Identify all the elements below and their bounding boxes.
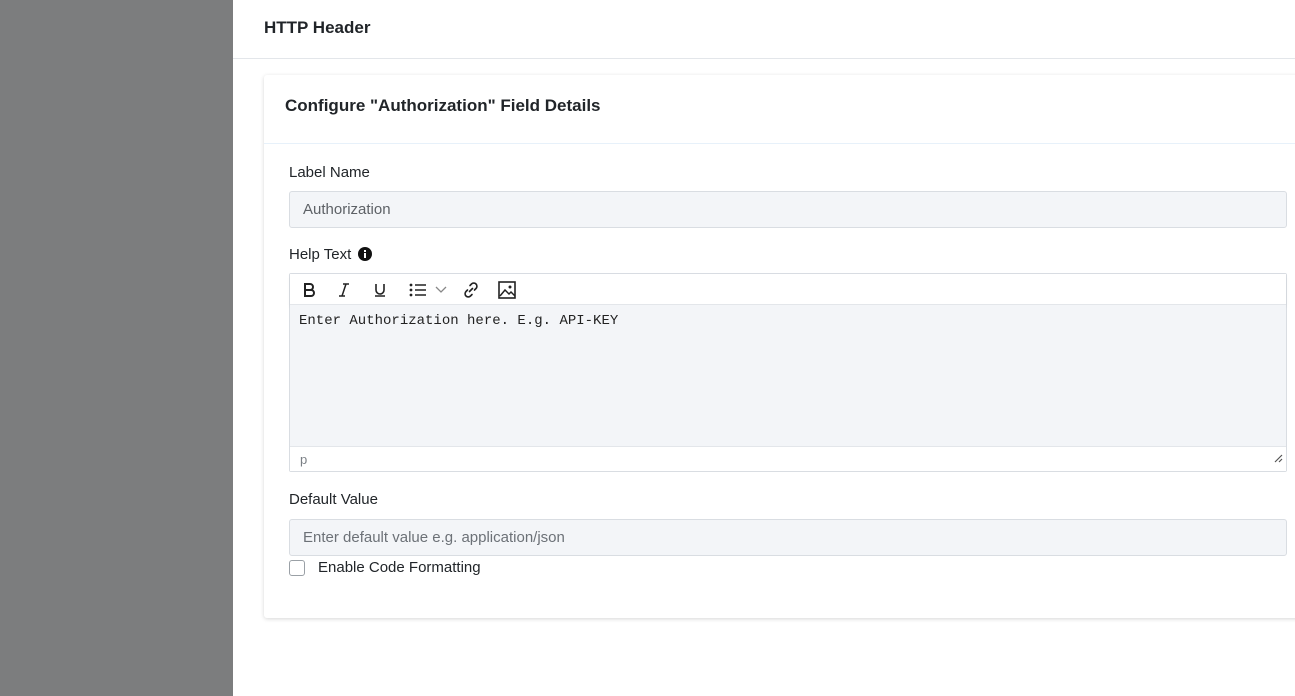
- code-formatting-checkbox[interactable]: [289, 559, 305, 576]
- sidebar-overlay: [0, 0, 233, 696]
- editor-content[interactable]: Enter Authorization here. E.g. API-KEY: [290, 305, 1286, 446]
- editor-statusbar: p: [290, 446, 1286, 471]
- default-value-input[interactable]: [289, 519, 1287, 556]
- top-bar: HTTP Header: [233, 0, 1295, 59]
- page-title: HTTP Header: [264, 18, 371, 37]
- underline-icon[interactable]: [368, 278, 392, 302]
- code-formatting-row: Enable Code Formatting: [289, 559, 481, 576]
- help-text-label: Help Text: [289, 246, 352, 263]
- editor-toolbar: [290, 274, 1286, 305]
- main-content: HTTP Header Configure "Authorization" Fi…: [233, 0, 1295, 696]
- code-formatting-label[interactable]: Enable Code Formatting: [318, 559, 481, 576]
- label-name-input[interactable]: [289, 191, 1287, 228]
- help-text-editor: Enter Authorization here. E.g. API-KEY p: [289, 273, 1287, 472]
- label-name-label: Label Name: [289, 164, 370, 181]
- info-icon[interactable]: [358, 247, 373, 265]
- field-details-card: Configure "Authorization" Field Details …: [264, 75, 1295, 618]
- card-title: Configure "Authorization" Field Details: [285, 96, 601, 115]
- element-path[interactable]: p: [300, 452, 307, 467]
- card-header: Configure "Authorization" Field Details: [264, 75, 1295, 144]
- link-icon[interactable]: [459, 278, 483, 302]
- help-text-label-wrap: Help Text: [289, 246, 373, 265]
- default-value-label: Default Value: [289, 491, 378, 508]
- bold-icon[interactable]: [297, 278, 321, 302]
- image-icon[interactable]: [495, 278, 519, 302]
- resize-handle-icon[interactable]: [1273, 450, 1283, 468]
- bullet-list-icon[interactable]: [406, 278, 430, 302]
- chevron-down-icon[interactable]: [433, 278, 449, 302]
- italic-icon[interactable]: [332, 278, 356, 302]
